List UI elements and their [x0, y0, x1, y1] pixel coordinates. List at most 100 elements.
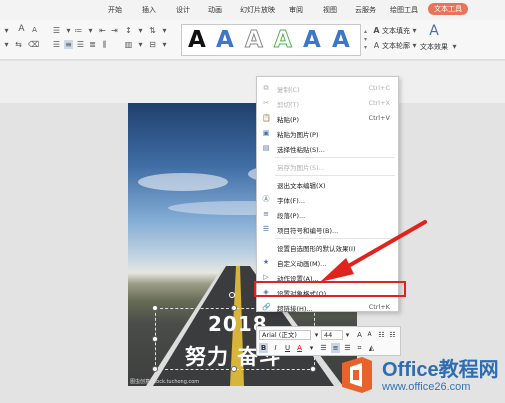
align-left-icon[interactable]: ☰ — [319, 343, 328, 353]
increase-indent-icon[interactable]: ⇥ — [110, 26, 119, 35]
image-credit: 图虫创意 stock.tuchong.com — [130, 379, 200, 385]
align-center-icon[interactable]: ≡ — [331, 343, 340, 353]
menu-item-label: 粘贴(P) — [277, 116, 299, 124]
wordart-style-5[interactable]: A — [303, 27, 321, 53]
dropdown-arrow-icon[interactable]: ▾ — [86, 26, 95, 35]
dropdown-arrow-icon[interactable]: ▾ — [160, 26, 169, 35]
numbering-icon[interactable]: ☷ — [388, 330, 397, 340]
text-effect-icon[interactable]: A — [426, 23, 442, 39]
font-shrink-icon[interactable]: A — [365, 330, 374, 340]
tab-home[interactable]: 开始 — [108, 5, 122, 15]
context-menu-item[interactable]: 退出文本编辑(X) — [257, 177, 398, 191]
tab-review[interactable]: 审阅 — [289, 5, 303, 15]
text-outline-icon[interactable]: A — [372, 41, 381, 50]
tab-cloud-service[interactable]: 云服务 — [355, 5, 376, 15]
menu-item-label: 字体(F)... — [277, 197, 306, 205]
context-menu-item: ✂ 剪切(T) Ctrl+X — [257, 96, 398, 110]
context-menu-item[interactable]: ▤ 选择性粘贴(S)... — [257, 141, 398, 155]
font-size-decrease-icon[interactable]: A — [30, 26, 39, 35]
wordart-style-6[interactable]: A — [332, 27, 350, 53]
justify-icon[interactable]: ≣ — [88, 40, 97, 49]
resize-handle[interactable] — [152, 366, 158, 372]
tab-view[interactable]: 视图 — [323, 5, 337, 15]
column-icon[interactable]: ▥ — [124, 40, 133, 49]
wps-presentation-window: 开始 插入 设计 动画 幻灯片放映 审阅 视图 云服务 绘图工具 文本工具 ▾ … — [0, 0, 505, 403]
dropdown-arrow-icon[interactable]: ▾ — [2, 26, 11, 35]
align-left-icon[interactable]: ☰ — [52, 40, 61, 49]
text-outline-button[interactable]: 文本轮廓 — [382, 41, 410, 51]
numbered-list-icon[interactable]: ≔ — [74, 26, 83, 35]
underline-button[interactable]: U — [283, 343, 292, 353]
bullets-icon[interactable]: ☷ — [377, 330, 386, 340]
context-menu-item[interactable]: 🔗 超链接(H)... Ctrl+K — [257, 300, 398, 314]
dropdown-arrow-icon[interactable]: ▾ — [64, 26, 73, 35]
font-size-increase-icon[interactable]: A — [16, 25, 27, 34]
font-color-button[interactable]: A — [295, 343, 304, 353]
rotate-handle[interactable] — [229, 292, 235, 298]
text-fill-icon[interactable]: A — [372, 26, 381, 35]
menu-item-label: 超链接(H)... — [277, 305, 313, 313]
menu-item-label: 复制(C) — [277, 86, 300, 94]
resize-handle[interactable] — [152, 305, 158, 311]
text-direction-icon[interactable]: ⇅ — [148, 26, 157, 35]
decrease-indent-icon[interactable]: ⇤ — [98, 26, 107, 35]
menu-item-label: 自定义动画(M)... — [277, 260, 327, 268]
wordart-style-4[interactable]: A — [274, 27, 293, 54]
dropdown-arrow-icon[interactable]: ▾ — [343, 330, 352, 340]
tab-text-tools[interactable]: 文本工具 — [428, 3, 468, 15]
context-menu-item[interactable]: Ⓐ 字体(F)... — [257, 192, 398, 206]
context-menu-item: 另存为图片(S)... — [257, 159, 398, 173]
line-spacing-icon[interactable]: ↕ — [124, 26, 133, 35]
distribute-icon[interactable]: ⫼ — [100, 40, 109, 49]
tab-insert[interactable]: 插入 — [142, 5, 156, 15]
gallery-scroll-icon[interactable]: ▴ ▾ ▾ — [362, 28, 369, 53]
context-menu-item[interactable]: ☰ 项目符号和编号(B)... — [257, 222, 398, 236]
dropdown-arrow-icon[interactable]: ▾ — [450, 42, 459, 51]
text-fill-button[interactable]: 文本填充 — [382, 26, 410, 36]
resize-handle[interactable] — [231, 305, 237, 311]
font-name-field[interactable]: Arial (正文) — [259, 330, 311, 340]
menu-item-label: 选择性粘贴(S)... — [277, 146, 325, 154]
bold-button[interactable]: B — [259, 343, 268, 353]
menu-item-label: 项目符号和编号(B)... — [277, 227, 339, 235]
menu-item-label: 剪切(T) — [277, 101, 300, 109]
dropdown-arrow-icon[interactable]: ▾ — [160, 40, 169, 49]
align-center-icon[interactable]: ≡ — [64, 40, 73, 49]
highlight-box — [254, 281, 406, 297]
tab-design[interactable]: 设计 — [176, 5, 190, 15]
context-menu-item[interactable]: ★ 自定义动画(M)... — [257, 255, 398, 269]
resize-handle[interactable] — [152, 336, 158, 342]
text-effect-button[interactable]: 文本效果 — [420, 42, 448, 52]
wordart-style-3[interactable]: A — [245, 27, 264, 54]
bullet-list-icon[interactable]: ☰ — [52, 26, 61, 35]
dropdown-arrow-icon[interactable]: ▾ — [312, 330, 321, 340]
align-text-icon[interactable]: ⊟ — [148, 40, 157, 49]
office-logo-icon — [342, 357, 372, 393]
dropdown-arrow-icon[interactable]: ▾ — [136, 40, 145, 49]
resize-handle[interactable] — [310, 366, 316, 372]
tab-animation[interactable]: 动画 — [208, 5, 222, 15]
dropdown-arrow-icon[interactable]: ▾ — [2, 40, 11, 49]
context-menu-item[interactable]: 📋 粘贴(P) Ctrl+V — [257, 111, 398, 125]
wordart-style-1[interactable]: A — [188, 27, 206, 53]
tab-slideshow[interactable]: 幻灯片放映 — [240, 5, 275, 15]
wordart-style-2[interactable]: A — [216, 27, 234, 53]
dropdown-arrow-icon[interactable]: ▾ — [136, 26, 145, 35]
dropdown-arrow-icon[interactable]: ▾ — [307, 343, 316, 353]
tab-drawing-tools[interactable]: 绘图工具 — [390, 5, 418, 15]
font-size-field[interactable]: 44 — [321, 330, 343, 340]
italic-button[interactable]: I — [271, 343, 280, 353]
paragraph-icon: ≡ — [263, 210, 269, 218]
font-grow-icon[interactable]: A — [355, 330, 364, 340]
clear-format-icon[interactable]: ⌫ — [28, 40, 39, 49]
context-menu-item[interactable]: ≡ 段落(P)... — [257, 207, 398, 221]
dropdown-arrow-icon[interactable]: ▾ — [410, 41, 419, 50]
dropdown-arrow-icon[interactable]: ▾ — [410, 26, 419, 35]
ribbon-toolbar: ▾ A A ☰ ▾ ≔ ▾ ⇤ ⇥ ↕ ▾ ⇅ ▾ ▾ ⇆ ⌫ ☰ ≡ ☰ ≣ … — [0, 20, 505, 60]
align-right-icon[interactable]: ☰ — [76, 40, 85, 49]
bullets-icon: ☰ — [262, 225, 270, 233]
context-menu-item[interactable]: ▣ 粘贴为图片(P) — [257, 126, 398, 140]
resize-handle[interactable] — [231, 366, 237, 372]
context-menu-item[interactable]: 设置自选图形的默认效果(I) — [257, 240, 398, 254]
change-case-icon[interactable]: ⇆ — [14, 40, 23, 49]
